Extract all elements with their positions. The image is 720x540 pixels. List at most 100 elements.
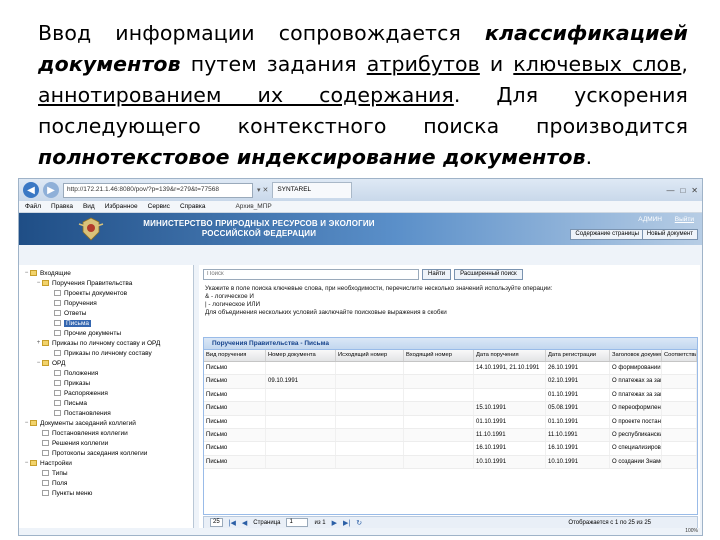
folder-icon xyxy=(30,270,37,276)
tree-item[interactable]: Постановления коллегии xyxy=(19,428,193,438)
minimize-icon[interactable]: — xyxy=(666,186,674,195)
expand-toggle-icon[interactable]: − xyxy=(23,420,30,426)
document-icon xyxy=(54,400,61,406)
tree-item[interactable]: Ответы xyxy=(19,308,193,318)
expand-toggle-icon[interactable]: − xyxy=(23,270,30,276)
page-number-input[interactable]: 1 xyxy=(286,518,309,527)
first-page-icon[interactable]: |◀ xyxy=(229,519,236,527)
column-header[interactable]: Исходящий номер xyxy=(336,350,404,361)
tree-item[interactable]: − ОРД xyxy=(19,358,193,368)
table-row[interactable]: Письмо 10.10.1991 10.10.1991 О создании Зна… xyxy=(204,455,697,470)
tree-item-label: Ответы xyxy=(64,309,87,317)
table-cell xyxy=(266,415,336,428)
tree-item[interactable]: Поручения xyxy=(19,298,193,308)
tree-item[interactable]: Прочие документы xyxy=(19,328,193,338)
tree-item[interactable]: Типы xyxy=(19,468,193,478)
contents-button[interactable]: Содержание страницы xyxy=(570,229,644,240)
tree-item-label: Постановления коллегии xyxy=(52,429,128,437)
column-header[interactable]: Дата регистрации xyxy=(546,350,610,361)
expand-toggle-icon[interactable]: − xyxy=(35,360,42,366)
tree-item-label: Протоколы заседания коллегии xyxy=(52,449,148,457)
tree-item[interactable]: Приказы по личному составу xyxy=(19,348,193,358)
document-icon xyxy=(54,320,61,326)
back-icon[interactable]: ◀ xyxy=(23,182,39,198)
browser-tab[interactable]: SYNTAREL xyxy=(272,182,353,198)
menu-help[interactable]: Справка xyxy=(180,203,206,210)
table-row[interactable]: Письмо 09.10.1991 02.10.1991 О платежах за … xyxy=(204,375,697,389)
column-header[interactable]: Соответствие фонду xyxy=(662,350,697,361)
address-controls[interactable]: ▾ ✕ xyxy=(257,186,268,194)
documents-grid: Поручения Правительства - Письма Вид пор… xyxy=(203,337,698,515)
table-cell xyxy=(662,455,697,469)
table-cell xyxy=(266,402,336,415)
menu-file[interactable]: Файл xyxy=(25,203,41,210)
tree-item[interactable]: Протоколы заседания коллегии xyxy=(19,448,193,458)
table-cell xyxy=(404,362,474,375)
menu-edit[interactable]: Правка xyxy=(51,203,73,210)
search-input[interactable] xyxy=(203,268,419,280)
column-header[interactable]: Дата поручения xyxy=(474,350,546,361)
tree-item[interactable]: − Настройки xyxy=(19,458,193,468)
expand-toggle-icon[interactable]: − xyxy=(35,280,42,286)
folder-icon xyxy=(30,420,37,426)
tree-item[interactable]: Положения xyxy=(19,368,193,378)
table-row[interactable]: Письмо 01.10.1991О платежах за загрязн.Ми… xyxy=(204,388,697,403)
refresh-icon[interactable]: ↻ xyxy=(356,519,362,527)
tree-item[interactable]: Решения коллегии xyxy=(19,438,193,448)
table-row[interactable]: Письмо 15.10.1991 05.08.1991 О переоформлен… xyxy=(204,402,697,416)
find-button[interactable]: Найти xyxy=(422,268,452,280)
column-header[interactable]: Входящий номер xyxy=(404,350,474,361)
text-keywords: ключевых слов xyxy=(513,52,682,76)
tree-item[interactable]: − Документы заседаний коллегий xyxy=(19,418,193,428)
tree-item[interactable]: Пункты меню xyxy=(19,488,193,498)
tree-item-label: Поручения xyxy=(64,299,97,307)
address-bar[interactable]: http://172.21.1.46:8080/pov/?p=139&r=279… xyxy=(63,182,253,198)
tree-item-label: Прочие документы xyxy=(64,329,122,337)
menu-view[interactable]: Вид xyxy=(83,203,95,210)
pager-status: Отображается с 1 по 25 из 25 xyxy=(568,519,651,526)
next-page-icon[interactable]: ▶ xyxy=(332,519,337,527)
tree-item[interactable]: Поля xyxy=(19,478,193,488)
tree-item-label: Приказы xyxy=(64,379,91,387)
tree-item[interactable]: − Поручения Правительства xyxy=(19,278,193,288)
new-document-button[interactable]: Новый документ xyxy=(641,229,698,240)
advanced-search-button[interactable]: Расширенный поиск xyxy=(454,268,523,280)
column-header[interactable]: Заголовок документа xyxy=(610,350,662,361)
menu-favorites[interactable]: Избранное xyxy=(105,203,138,210)
maximize-icon[interactable]: □ xyxy=(680,186,685,195)
tree-item[interactable]: − Входящие xyxy=(19,268,193,278)
tree-item-label: Проекты документов xyxy=(64,289,128,297)
table-row[interactable]: Письмо 14.10.1991, 21.10.1991 26.10.1991 О … xyxy=(204,362,697,376)
tree-item[interactable]: Распоряжения xyxy=(19,388,193,398)
tree-item[interactable]: Письма xyxy=(19,398,193,408)
tree-item[interactable]: Проекты документов xyxy=(19,288,193,298)
menu-tools[interactable]: Сервис xyxy=(148,203,170,210)
prev-page-icon[interactable]: ◀ xyxy=(242,519,247,527)
page-size-select[interactable]: 25 xyxy=(210,518,223,527)
tree-item[interactable]: + Приказы по личному составу и ОРД xyxy=(19,338,193,348)
expand-toggle-icon[interactable]: − xyxy=(23,460,30,466)
tree-item[interactable]: Приказы xyxy=(19,378,193,388)
table-row[interactable]: Письмо 11.10.1991 11.10.1991 О республиканс… xyxy=(204,428,697,443)
tree-item-label: Распоряжения xyxy=(64,389,108,397)
close-icon[interactable]: ✕ xyxy=(691,186,698,195)
column-header[interactable]: Вид поручения xyxy=(204,350,266,361)
coat-of-arms-icon xyxy=(69,215,113,243)
logout-link[interactable]: Выйти xyxy=(675,216,694,223)
column-header[interactable]: Номер документа xyxy=(266,350,336,361)
favorite-link[interactable]: Архив_МПР xyxy=(235,203,271,210)
table-cell xyxy=(662,375,697,388)
expand-toggle-icon[interactable]: + xyxy=(35,340,42,346)
table-cell xyxy=(404,388,474,402)
table-cell xyxy=(266,442,336,455)
last-page-icon[interactable]: ▶| xyxy=(343,519,350,527)
tree-item[interactable]: Постановления xyxy=(19,408,193,418)
forward-icon[interactable]: ▶ xyxy=(43,182,59,198)
tree-item-label: Письма xyxy=(64,319,92,327)
table-cell: 11.10.1991 xyxy=(546,428,610,442)
tree-item[interactable]: Письма xyxy=(19,318,193,328)
table-cell: О платежах за загрязн.Министерство эколо… xyxy=(610,375,662,388)
search-row: Найти Расширенный поиск xyxy=(199,265,700,283)
table-row[interactable]: Письмо 01.10.1991 01.10.1991 О проекте пост… xyxy=(204,415,697,429)
table-row[interactable]: Письмо 16.10.1991 16.10.1991 О специализиро… xyxy=(204,442,697,456)
